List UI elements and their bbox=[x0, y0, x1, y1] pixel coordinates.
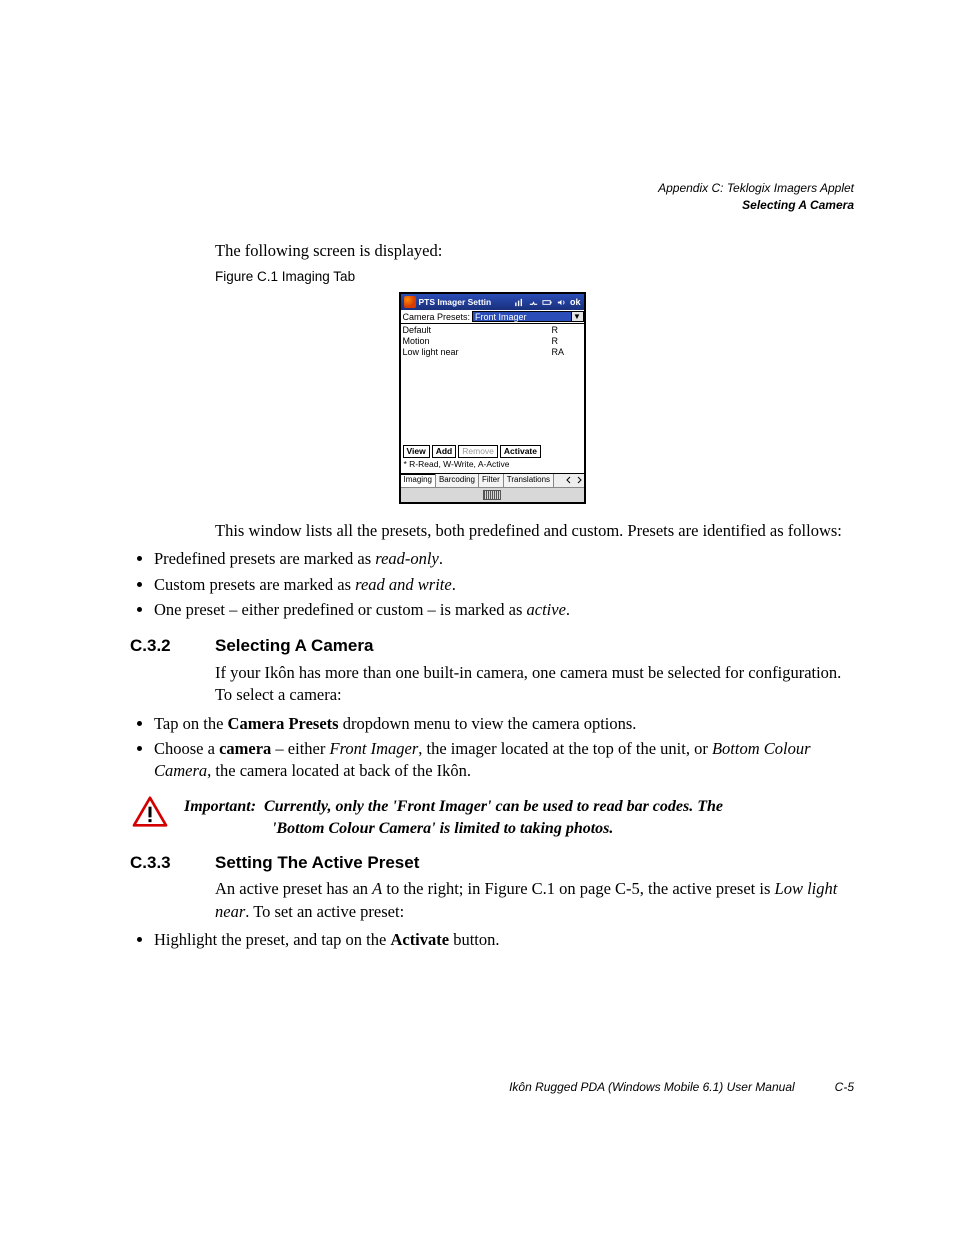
preset-id-list: Predefined presets are marked as read-on… bbox=[130, 548, 854, 621]
intro-paragraph: The following screen is displayed: bbox=[215, 240, 854, 262]
dropdown-arrow-icon[interactable]: ▼ bbox=[571, 312, 583, 321]
camera-presets-label: Camera Presets: bbox=[403, 311, 471, 323]
section-c33-heading: C.3.3 Setting The Active Preset bbox=[130, 852, 854, 875]
list-item: Motion R bbox=[403, 336, 582, 347]
add-button[interactable]: Add bbox=[432, 445, 457, 458]
section-number: C.3.3 bbox=[130, 852, 215, 875]
section-number: C.3.2 bbox=[130, 635, 215, 658]
camera-presets-value: Front Imager bbox=[473, 312, 570, 321]
tab-barcoding[interactable]: Barcoding bbox=[436, 474, 479, 487]
ok-button[interactable]: ok bbox=[570, 296, 581, 308]
tab-strip: Imaging Barcoding Filter Translations bbox=[401, 473, 584, 487]
tab-scroll-icons[interactable] bbox=[564, 474, 584, 487]
page-footer: Ikôn Rugged PDA (Windows Mobile 6.1) Use… bbox=[130, 1079, 854, 1095]
sip-bar[interactable] bbox=[401, 487, 584, 502]
figure-wrap: PTS Imager Settin ok Camera Presets: bbox=[130, 292, 854, 506]
after-figure-paragraph: This window lists all the presets, both … bbox=[215, 520, 854, 542]
tab-translations[interactable]: Translations bbox=[504, 474, 554, 487]
battery-icon[interactable] bbox=[542, 297, 553, 308]
warning-icon bbox=[130, 796, 170, 839]
list-item: Tap on the Camera Presets dropdown menu … bbox=[154, 713, 854, 735]
footer-title: Ikôn Rugged PDA (Windows Mobile 6.1) Use… bbox=[509, 1079, 795, 1095]
imaging-tab-screenshot: PTS Imager Settin ok Camera Presets: bbox=[399, 292, 586, 503]
list-item: Low light near RA bbox=[403, 347, 582, 358]
page: Appendix C: Teklogix Imagers Applet Sele… bbox=[0, 0, 954, 1235]
running-header-line2: Selecting A Camera bbox=[658, 197, 854, 214]
wm-titlebar: PTS Imager Settin ok bbox=[401, 294, 584, 310]
section-title: Setting The Active Preset bbox=[215, 852, 419, 875]
c32-paragraph: If your Ikôn has more than one built-in … bbox=[215, 662, 854, 707]
list-item: Default R bbox=[403, 325, 582, 336]
running-header: Appendix C: Teklogix Imagers Applet Sele… bbox=[658, 180, 854, 214]
network-icon[interactable] bbox=[528, 297, 539, 308]
c33-paragraph: An active preset has an A to the right; … bbox=[215, 878, 854, 923]
important-text: Important: Currently, only the 'Front Im… bbox=[184, 796, 723, 839]
c33-steps: Highlight the preset, and tap on the Act… bbox=[130, 929, 854, 951]
start-icon[interactable] bbox=[404, 296, 416, 308]
important-note: Important: Currently, only the 'Front Im… bbox=[130, 796, 854, 839]
connectivity-icon[interactable] bbox=[514, 297, 525, 308]
list-item: Predefined presets are marked as read-on… bbox=[154, 548, 854, 570]
tab-filter[interactable]: Filter bbox=[479, 474, 504, 487]
activate-button[interactable]: Activate bbox=[500, 445, 541, 458]
list-item: One preset – either predefined or custom… bbox=[154, 599, 854, 621]
legend-text: * R-Read, W-Write, A-Active bbox=[401, 459, 584, 472]
remove-button: Remove bbox=[458, 445, 498, 458]
tab-imaging[interactable]: Imaging bbox=[401, 474, 436, 487]
running-header-line1: Appendix C: Teklogix Imagers Applet bbox=[658, 180, 854, 197]
window-title: PTS Imager Settin bbox=[419, 297, 511, 308]
list-item: Choose a camera – either Front Imager, t… bbox=[154, 738, 854, 783]
page-number: C-5 bbox=[835, 1079, 854, 1095]
section-c32-heading: C.3.2 Selecting A Camera bbox=[130, 635, 854, 658]
figure-caption: Figure C.1 Imaging Tab bbox=[215, 268, 854, 286]
c32-steps: Tap on the Camera Presets dropdown menu … bbox=[130, 713, 854, 783]
keyboard-icon[interactable] bbox=[483, 490, 501, 500]
camera-presets-dropdown[interactable]: Front Imager ▼ bbox=[472, 311, 583, 322]
list-item: Highlight the preset, and tap on the Act… bbox=[154, 929, 854, 951]
section-title: Selecting A Camera bbox=[215, 635, 373, 658]
preset-list[interactable]: Default R Motion R Low light near RA bbox=[401, 324, 584, 444]
volume-icon[interactable] bbox=[556, 297, 567, 308]
view-button[interactable]: View bbox=[403, 445, 430, 458]
list-item: Custom presets are marked as read and wr… bbox=[154, 574, 854, 596]
